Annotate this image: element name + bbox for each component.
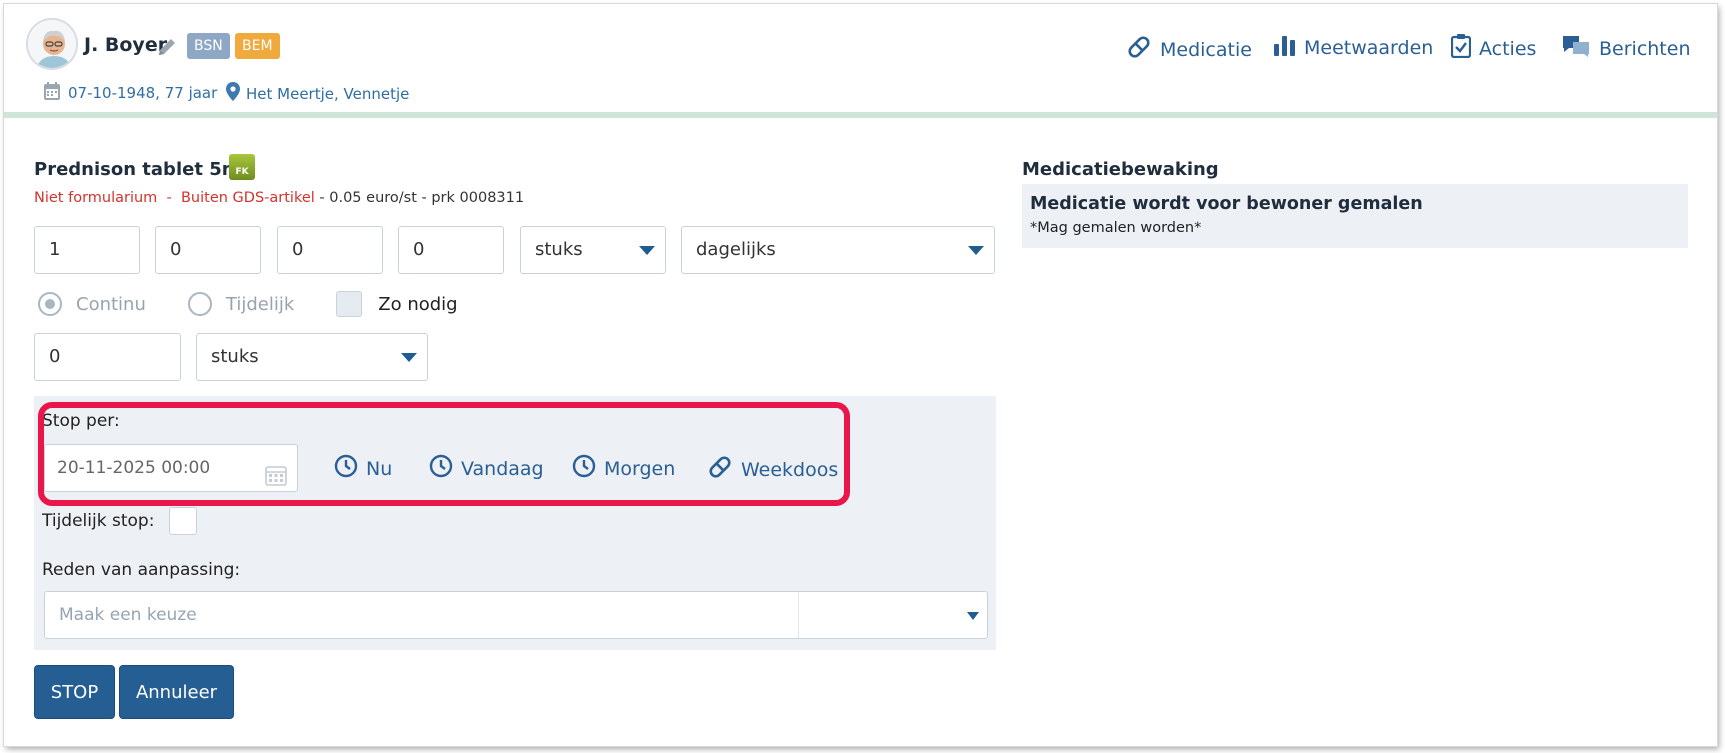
caret-down-icon: [968, 246, 984, 255]
caret-down-icon: [967, 612, 979, 620]
chat-bubbles-icon: [1561, 34, 1591, 63]
dose-evening-input[interactable]: 0: [277, 226, 383, 274]
pill-icon: [1126, 34, 1152, 65]
caret-down-icon: [401, 353, 417, 362]
bewaking-box: Medicatie wordt voor bewoner gemalen *Ma…: [1022, 184, 1688, 248]
bewaking-title: Medicatiebewaking: [1022, 159, 1219, 180]
radio-continu[interactable]: [38, 292, 62, 316]
unit-select-value: stuks: [535, 239, 583, 260]
niet-formularium-label: Niet formularium: [34, 190, 158, 206]
bewaking-line2: *Mag gemalen worden*: [1030, 220, 1202, 236]
nav-medicatie-label: Medicatie: [1160, 38, 1252, 61]
nav-meetwaarden[interactable]: Meetwaarden: [1274, 34, 1433, 61]
select-divider: [798, 592, 799, 638]
bar-chart-icon: [1274, 34, 1296, 61]
nav-berichten[interactable]: Berichten: [1561, 34, 1690, 63]
drug-name: Prednison tablet 5mg: [34, 159, 254, 180]
cancel-button[interactable]: Annuleer: [119, 665, 234, 719]
reden-placeholder: Maak een keuze: [59, 605, 197, 625]
nav-berichten-label: Berichten: [1599, 37, 1691, 60]
dose-night-input[interactable]: 0: [398, 226, 504, 274]
patient-name: J. Boyer: [84, 34, 168, 56]
reden-label: Reden van aanpassing:: [42, 560, 241, 580]
clipboard-check-icon: [1450, 34, 1472, 63]
fk-icon: FK: [229, 154, 255, 180]
reden-select[interactable]: Maak een keuze: [44, 591, 988, 639]
tijdelijk-stop-label: Tijdelijk stop:: [42, 511, 155, 531]
date-of-birth: 07-10-1948, 77 jaar: [44, 82, 217, 104]
frequency-select[interactable]: dagelijks: [681, 226, 995, 274]
stop-button[interactable]: STOP: [34, 665, 115, 719]
quantity-unit-select[interactable]: stuks: [196, 333, 428, 381]
nav-acties-label: Acties: [1479, 37, 1537, 60]
radio-tijdelijk-label[interactable]: Tijdelijk: [226, 294, 294, 315]
dob-text: 07-10-1948, 77 jaar: [68, 84, 218, 102]
nav-meetwaarden-label: Meetwaarden: [1304, 36, 1434, 59]
drug-meta: Niet formularium - Buiten GDS-artikel - …: [34, 190, 524, 206]
patient-header: J. Boyer BSN BEM 07-10-1948, 77 jaar Het…: [4, 4, 1717, 118]
bewaking-line1: Medicatie wordt voor bewoner gemalen: [1030, 194, 1423, 214]
tijdelijk-stop-checkbox[interactable]: [169, 507, 197, 535]
buiten-gds-label: Buiten GDS-artikel: [180, 190, 315, 206]
edit-icon[interactable]: [156, 36, 178, 58]
radio-continu-label[interactable]: Continu: [76, 294, 146, 315]
bem-badge[interactable]: BEM: [235, 33, 280, 59]
nav-acties[interactable]: Acties: [1450, 34, 1537, 63]
unit-select[interactable]: stuks: [520, 226, 666, 274]
avatar[interactable]: [26, 18, 78, 70]
quantity-unit-value: stuks: [211, 346, 259, 367]
radio-tijdelijk[interactable]: [187, 292, 212, 316]
zo-nodig-checkbox[interactable]: [336, 291, 363, 317]
map-pin-icon: [226, 82, 240, 105]
dose-midday-input[interactable]: 0: [155, 226, 261, 274]
frequency-select-value: dagelijks: [696, 239, 776, 260]
quantity-input[interactable]: 0: [34, 333, 181, 381]
mode-options: Continu Tijdelijk Zo nodig: [38, 291, 458, 317]
meta-separator: -: [166, 190, 172, 206]
highlight-annotation: [38, 402, 850, 506]
app-window: J. Boyer BSN BEM 07-10-1948, 77 jaar Het…: [4, 4, 1717, 746]
caret-down-icon: [639, 246, 655, 255]
location: Het Meertje, Vennetje: [226, 82, 409, 105]
bsn-badge[interactable]: BSN: [187, 33, 230, 59]
dose-morning-input[interactable]: 1: [34, 226, 140, 274]
location-text: Het Meertje, Vennetje: [246, 84, 410, 103]
zo-nodig-label[interactable]: Zo nodig: [378, 294, 457, 315]
calendar-icon: [44, 82, 60, 104]
nav-medicatie[interactable]: Medicatie: [1126, 34, 1252, 65]
price-prk: - 0.05 euro/st - prk 0008311: [319, 190, 525, 206]
